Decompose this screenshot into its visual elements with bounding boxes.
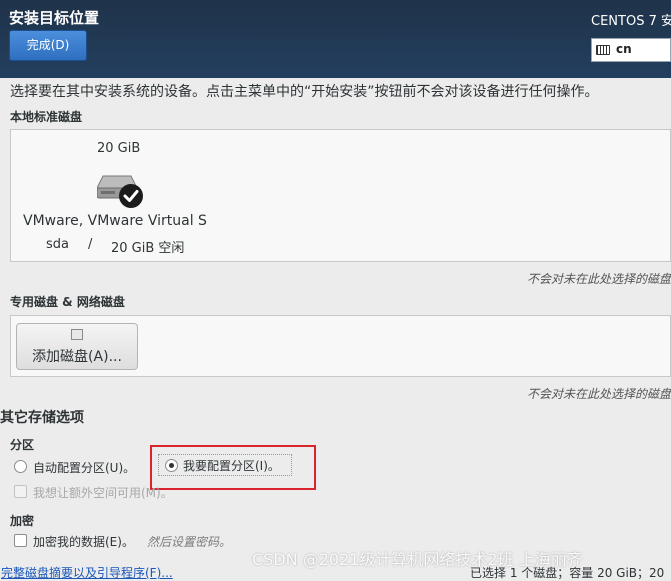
- disk-device: sda: [46, 237, 69, 252]
- hard-disk-icon: [97, 175, 143, 208]
- encrypt-data-checkbox[interactable]: [14, 534, 27, 547]
- instruction-text: 选择要在其中安装系统的设备。点击主菜单中的“开始安装”按钮前不会对该设备进行任何…: [10, 84, 599, 100]
- local-disks-note: 不会对未在此处选择的磁盘: [526, 272, 671, 286]
- extra-space-label: 我想让额外空间可用(M)。: [33, 486, 173, 500]
- partitioning-label: 分区: [10, 438, 35, 452]
- keyboard-layout-label: cn: [616, 42, 632, 56]
- encryption-hint: 然后设置密码。: [147, 535, 232, 549]
- add-disk-icon: [71, 329, 83, 340]
- other-storage-options-title: 其它存储选项: [0, 410, 84, 426]
- keyboard-layout-indicator[interactable]: cn: [591, 38, 671, 62]
- encrypt-data-label[interactable]: 加密我的数据(E)。: [33, 533, 134, 550]
- main-content: 选择要在其中安装系统的设备。点击主菜单中的“开始安装”按钮前不会对该设备进行任何…: [0, 78, 671, 580]
- disk-separator: /: [88, 237, 93, 252]
- annotation-highlight-box: [150, 445, 316, 490]
- add-disk-button[interactable]: 添加磁盘(A)...: [16, 323, 138, 370]
- top-header: 安装目标位置 完成(D) CENTOS 7 安 cn: [0, 0, 671, 78]
- disk-tile-sda[interactable]: 20 GiB VMware, VMware Virtual S sda / 20…: [11, 130, 226, 261]
- encryption-label: 加密: [10, 514, 35, 528]
- disk-free-space: 20 GiB 空闲: [111, 241, 185, 256]
- local-disks-panel: 20 GiB VMware, VMware Virtual S sda / 20…: [10, 129, 671, 262]
- extra-space-checkbox: [14, 485, 27, 498]
- selection-status: 已选择 1 个磁盘；容量 20 GiB；20: [470, 566, 665, 580]
- done-button[interactable]: 完成(D): [9, 30, 87, 61]
- add-disk-label: 添加磁盘(A)...: [32, 349, 122, 365]
- specialized-disks-note: 不会对未在此处选择的磁盘: [526, 387, 671, 401]
- auto-partition-label[interactable]: 自动配置分区(U)。: [33, 459, 135, 476]
- specialized-disks-label: 专用磁盘 & 网络磁盘: [10, 295, 125, 309]
- page-title: 安装目标位置: [9, 9, 100, 27]
- full-disk-summary-link[interactable]: 完整磁盘摘要以及引导程序(F)...: [1, 564, 173, 581]
- keyboard-icon: [596, 45, 610, 55]
- disk-size: 20 GiB: [97, 141, 141, 156]
- disk-name: VMware, VMware Virtual S: [23, 213, 207, 229]
- product-label: CENTOS 7 安: [591, 14, 671, 29]
- auto-partition-radio[interactable]: [14, 460, 27, 473]
- local-disks-label: 本地标准磁盘: [10, 110, 83, 124]
